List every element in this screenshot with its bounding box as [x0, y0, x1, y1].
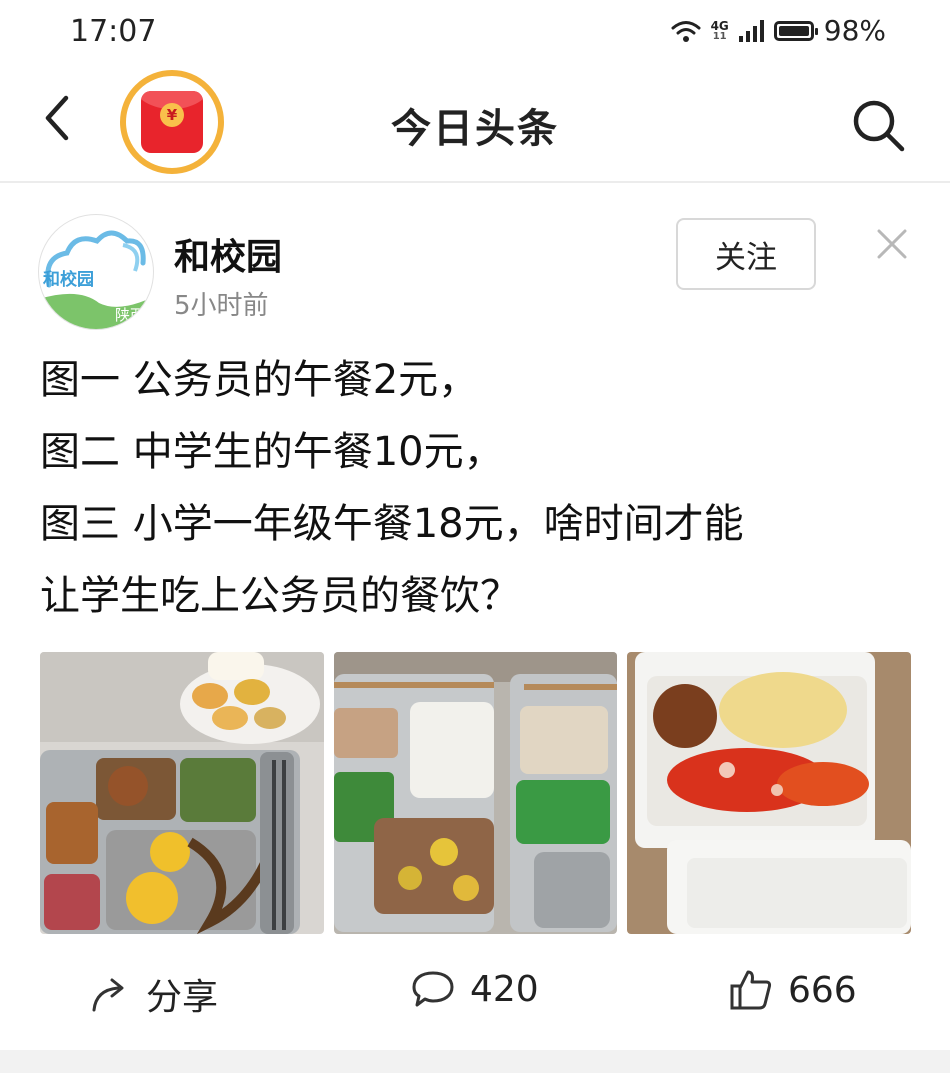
lunch-photo-2[interactable] [334, 652, 617, 934]
network-type: 4G 11 [710, 18, 729, 42]
avatar[interactable]: 和校园 陕西 [38, 214, 154, 330]
bottom-separator [0, 1050, 950, 1073]
text-line: 图一 公务员的午餐2元， [40, 357, 479, 403]
text-line: 让学生吃上公务员的餐饮？ [40, 573, 520, 619]
comment-button[interactable]: 420 [410, 968, 539, 1010]
share-icon [92, 978, 124, 1012]
text-line: 图二 中学生的午餐10元， [40, 429, 504, 475]
follow-button[interactable]: 关注 [676, 218, 816, 290]
comment-icon [412, 971, 454, 1007]
comment-count: 420 [470, 968, 539, 1010]
lunch-photo-3[interactable] [627, 652, 911, 934]
avatar-subtext: 陕西 [114, 306, 145, 324]
battery-icon [773, 20, 818, 41]
share-button[interactable]: 分享 [88, 968, 218, 1020]
post-text[interactable]: 图一 公务员的午餐2元， 图二 中学生的午餐10元， 图三 小学一年级午餐18元… [40, 344, 920, 632]
share-label: 分享 [146, 977, 219, 1018]
signal-icon [738, 19, 764, 42]
close-icon[interactable] [874, 226, 910, 262]
nav-divider [0, 181, 950, 183]
status-time: 17:07 [70, 14, 157, 49]
app-title: 今日头条 [391, 106, 559, 152]
lunch-photo-1[interactable] [40, 652, 324, 934]
like-button[interactable]: 666 [728, 968, 857, 1012]
avatar-text: 和校园 [43, 270, 94, 290]
thumbs-up-icon [730, 970, 772, 1010]
like-count: 666 [788, 969, 857, 1011]
status-indicators: 4G 11 98% [671, 14, 886, 47]
wifi-icon [671, 20, 701, 42]
search-icon[interactable] [848, 95, 908, 155]
battery-percent: 98% [823, 14, 886, 47]
text-line: 图三 小学一年级午餐18元，啥时间才能 [40, 501, 744, 547]
author-name[interactable]: 和校园 [174, 228, 282, 280]
post-time: 5小时前 [174, 291, 269, 321]
